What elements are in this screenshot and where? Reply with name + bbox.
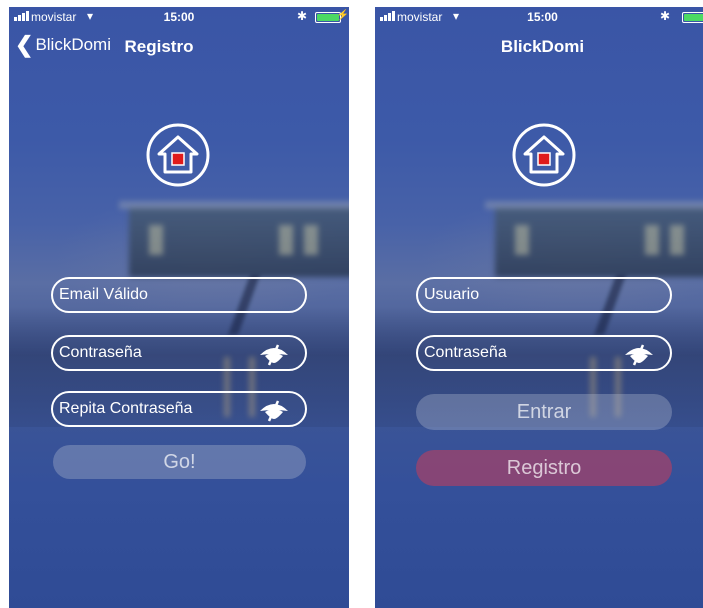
register-button[interactable]: Registro — [416, 450, 672, 486]
background-building — [485, 201, 703, 277]
eye-slash-icon[interactable] — [257, 341, 291, 367]
status-bar: movistar ▾ 15:00 ✱ ⚡ — [9, 7, 349, 27]
password-placeholder: Contraseña — [424, 344, 507, 361]
username-placeholder: Usuario — [424, 286, 480, 303]
battery-icon — [682, 12, 703, 23]
password-placeholder: Contraseña — [59, 344, 142, 361]
navigation-bar: ❮ BlickDomi Registro — [9, 29, 349, 63]
background-building — [119, 201, 349, 277]
email-placeholder: Email Válido — [59, 286, 148, 303]
chevron-left-icon: ❮ — [15, 32, 34, 57]
status-bar: movistar ▾ 15:00 ✱ — [375, 7, 703, 27]
navigation-bar: BlickDomi — [375, 29, 703, 63]
page-title: Registro — [124, 37, 194, 56]
email-field[interactable]: Email Válido — [51, 277, 307, 313]
password-field[interactable]: Contraseña — [51, 335, 307, 371]
status-time: 15:00 — [527, 10, 558, 24]
repeat-password-field[interactable]: Repita Contraseña — [51, 391, 307, 427]
bluetooth-icon: ✱ — [296, 9, 307, 23]
repeat-password-placeholder: Repita Contraseña — [59, 400, 193, 417]
login-screen: movistar ▾ 15:00 ✱ BlickDomi Usuario Con… — [375, 7, 703, 608]
eye-slash-icon[interactable] — [257, 397, 291, 423]
bluetooth-icon: ✱ — [659, 9, 670, 23]
username-field[interactable]: Usuario — [416, 277, 672, 313]
charging-icon: ⚡ — [336, 10, 349, 21]
house-logo-icon — [512, 123, 576, 187]
eye-slash-icon[interactable] — [622, 341, 656, 367]
login-button[interactable]: Entrar — [416, 394, 672, 430]
page-title: BlickDomi — [500, 37, 585, 56]
go-button[interactable]: Go! — [53, 445, 306, 479]
password-field[interactable]: Contraseña — [416, 335, 672, 371]
house-logo-icon — [146, 123, 210, 187]
register-screen: movistar ▾ 15:00 ✱ ⚡ ❮ BlickDomi Registr… — [9, 7, 349, 608]
